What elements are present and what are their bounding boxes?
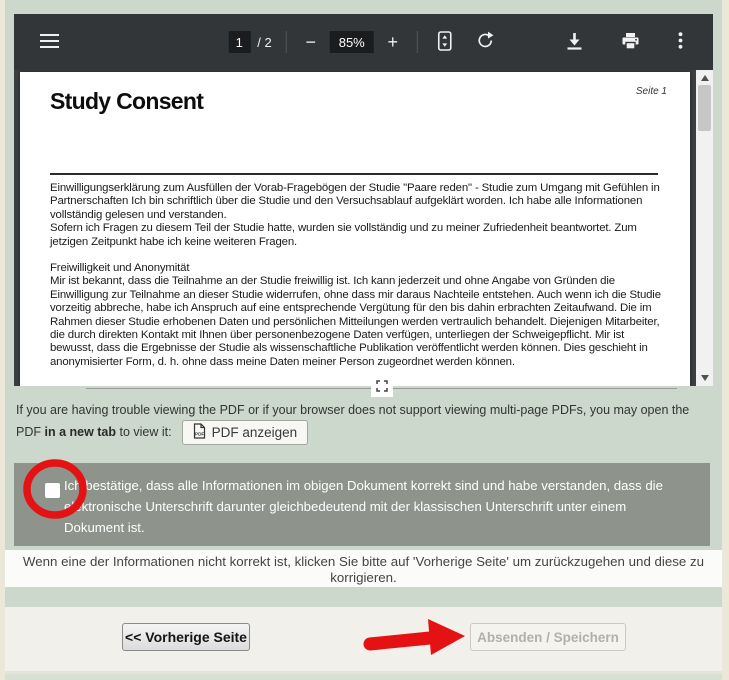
page-count-label: / 2 — [257, 35, 271, 50]
zoom-out-button[interactable]: − — [301, 28, 321, 56]
bottom-strip — [5, 674, 722, 680]
scrollbar-thumb[interactable] — [698, 85, 711, 131]
pdf-resize-divider — [86, 388, 677, 389]
pdf-paragraph: Mir ist bekannt, dass die Teilnahme an d… — [50, 275, 662, 369]
pdf-paragraph: Sofern ich Fragen zu diesem Teil der Stu… — [50, 222, 662, 249]
more-options-button[interactable] — [674, 28, 687, 56]
pdf-paragraph: Einwilligungserklärung zum Ausfüllen der… — [50, 182, 662, 222]
triangle-up-icon — [701, 75, 709, 81]
pdf-page-marker: Seite 1 — [636, 86, 667, 97]
fallback-text-bold: in a new tab — [44, 425, 116, 439]
correction-note-text: Wenn eine der Informationen nicht korrek… — [14, 554, 714, 585]
consent-section: Ich bestätige, dass alle Informationen i… — [14, 463, 710, 546]
svg-text:PDF: PDF — [195, 432, 204, 437]
toolbar-separator — [417, 31, 418, 53]
pdf-viewer: 1 / 2 − 85% + — [14, 14, 713, 386]
pdf-toolbar: 1 / 2 − 85% + — [14, 14, 713, 70]
correction-note-strip: Wenn eine der Informationen nicht korrek… — [5, 550, 722, 587]
rotate-icon — [476, 31, 495, 53]
page-number-input[interactable]: 1 — [228, 31, 250, 53]
expand-icon — [376, 379, 388, 397]
scrollbar-up-arrow[interactable] — [696, 70, 713, 86]
navigation-panel: << Vorherige Seite Absenden / Speichern — [5, 607, 722, 671]
rotate-button[interactable] — [472, 27, 499, 57]
toolbar-separator — [286, 31, 287, 53]
pdf-menu-button[interactable] — [36, 30, 63, 55]
consent-checkbox[interactable] — [45, 483, 60, 498]
hamburger-icon — [40, 34, 59, 51]
more-options-icon — [678, 32, 683, 52]
pdf-scrollbar[interactable] — [696, 70, 713, 386]
submit-button[interactable]: Absenden / Speichern — [470, 623, 626, 651]
zoom-in-button[interactable]: + — [383, 28, 403, 56]
resize-handle[interactable] — [371, 379, 393, 397]
previous-page-button[interactable]: << Vorherige Seite — [122, 623, 250, 651]
fit-to-page-button[interactable] — [432, 27, 458, 58]
pdf-divider-rule — [50, 173, 658, 175]
print-icon — [621, 32, 640, 53]
download-button[interactable] — [562, 28, 587, 57]
scrollbar-down-arrow[interactable] — [696, 370, 713, 386]
pdf-document-area: Seite 1 Study Consent Einwilligungserklä… — [14, 70, 713, 386]
zoom-level-value: 85% — [330, 31, 374, 53]
pdf-fallback-text: If you are having trouble viewing the PD… — [16, 400, 714, 445]
pdf-toolbar-right — [562, 28, 713, 57]
pdf-toolbar-center: 1 / 2 − 85% + — [228, 14, 498, 70]
fit-to-page-icon — [436, 31, 454, 54]
open-pdf-button[interactable]: PDF PDF anzeigen — [182, 420, 309, 445]
pdf-document-title: Study Consent — [50, 88, 203, 115]
download-icon — [566, 32, 583, 53]
fallback-text-after: to view it: — [116, 425, 172, 439]
consent-label: Ich bestätige, dass alle Informationen i… — [64, 475, 686, 538]
triangle-down-icon — [701, 375, 709, 381]
pdf-section-heading: Freiwilligkeit und Anonymität — [50, 262, 662, 275]
print-button[interactable] — [617, 28, 644, 57]
pdf-body-text: Einwilligungserklärung zum Ausfüllen der… — [50, 182, 662, 369]
pdf-page: Seite 1 Study Consent Einwilligungserklä… — [20, 72, 690, 386]
pdf-file-icon: PDF — [193, 423, 206, 442]
open-pdf-button-label: PDF anzeigen — [212, 425, 298, 440]
